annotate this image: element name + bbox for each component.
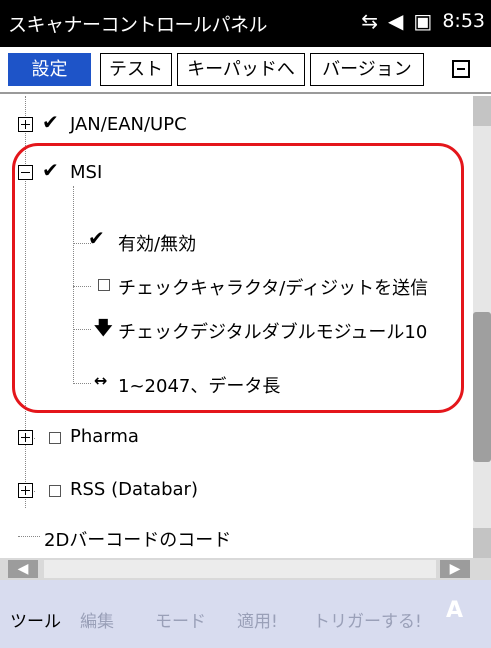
tree-item-label: RSS (Databar)	[70, 479, 198, 500]
checkmark-icon[interactable]: ✔	[42, 158, 59, 182]
checkmark-icon[interactable]: ✔	[42, 110, 59, 134]
tab-test[interactable]: テスト	[100, 53, 172, 86]
scroll-down-button[interactable]	[473, 528, 491, 558]
network-icon[interactable]: ⇆	[361, 9, 378, 33]
expand-icon[interactable]	[18, 483, 33, 498]
tree-item-rss[interactable]: RSS (Databar)	[0, 473, 473, 507]
status-icons: ⇆ ◀ ▣ 8:53	[361, 9, 485, 33]
horizontal-scrollbar[interactable]: ◀ ▶	[0, 558, 491, 580]
tree-item-label: 2Dバーコードのコード	[44, 530, 232, 551]
battery-icon[interactable]: ▣	[413, 9, 432, 33]
menu-edit[interactable]: 編集	[80, 607, 114, 632]
checkbox-icon[interactable]	[49, 432, 61, 444]
scroll-thumb[interactable]	[44, 560, 436, 578]
tree-item-pharma[interactable]: Pharma	[0, 420, 473, 454]
tree-item-label: MSI	[70, 162, 103, 183]
expand-icon[interactable]	[18, 430, 33, 445]
tree-item-label: 1~2047、データ長	[118, 376, 281, 397]
clock[interactable]: 8:53	[442, 10, 485, 32]
menu-bar: ツール 編集 モード 適用! トリガーする! A	[0, 580, 491, 648]
tree-item-label: チェックデジタルダブルモジュール10	[118, 322, 428, 343]
menu-mode[interactable]: モード	[155, 607, 206, 632]
tree-item-label: Pharma	[70, 426, 139, 447]
tree-item-send-check-digit[interactable]: チェックキャラクタ/ディジットを送信	[0, 268, 473, 302]
app-title: スキャナーコントロールパネル	[8, 14, 268, 36]
checkbox-icon[interactable]	[49, 485, 61, 497]
tree-item-jan[interactable]: ✔ JAN/EAN/UPC	[0, 108, 473, 142]
tree-item-enable-disable[interactable]: ✔ 有効/無効	[0, 224, 473, 258]
scroll-right-button[interactable]: ▶	[440, 560, 470, 578]
collapse-icon[interactable]	[18, 165, 33, 180]
tree-item-data-length[interactable]: ↔ 1~2047、データ長	[0, 366, 473, 400]
vertical-scrollbar[interactable]	[473, 96, 491, 558]
tree-item-label: JAN/EAN/UPC	[70, 114, 187, 135]
menu-tools[interactable]: ツール	[10, 607, 61, 632]
tree-item-check-digit-mod10[interactable]: 🡇 チェックデジタルダブルモジュール10	[0, 312, 473, 346]
scroll-up-button[interactable]	[473, 96, 491, 126]
menu-apply[interactable]: 適用!	[237, 607, 278, 632]
tree-item-label: 有効/無効	[118, 234, 197, 255]
down-arrow-icon[interactable]: 🡇	[94, 316, 113, 346]
volume-icon[interactable]: ◀	[388, 9, 403, 33]
tab-settings[interactable]: 設定	[8, 53, 91, 86]
minimize-button[interactable]	[452, 60, 470, 78]
tab-keypad[interactable]: キーパッドへ	[177, 53, 305, 86]
menu-trigger[interactable]: トリガーする!	[313, 607, 422, 632]
scroll-thumb[interactable]	[473, 312, 491, 462]
tab-version[interactable]: バージョン	[310, 53, 424, 86]
settings-tree[interactable]: ✔ JAN/EAN/UPC ✔ MSI ✔ 有効/無効 チェックキャラクタ/ディ…	[0, 96, 473, 558]
input-panel-icon[interactable]: A	[446, 598, 463, 623]
scroll-left-button[interactable]: ◀	[8, 560, 38, 578]
tree-item-msi[interactable]: ✔ MSI	[0, 156, 473, 190]
checkmark-icon[interactable]: ✔	[88, 226, 105, 250]
checkbox-icon[interactable]	[98, 279, 110, 291]
expand-icon[interactable]	[18, 117, 33, 132]
tab-strip: 設定 テスト キーパッドへ バージョン	[0, 47, 491, 94]
tree-item-label: チェックキャラクタ/ディジットを送信	[118, 278, 429, 299]
tree-item-2d-barcode[interactable]: 2Dバーコードのコード	[0, 520, 473, 554]
range-icon[interactable]: ↔	[94, 371, 107, 390]
title-bar: スキャナーコントロールパネル ⇆ ◀ ▣ 8:53	[0, 0, 491, 47]
